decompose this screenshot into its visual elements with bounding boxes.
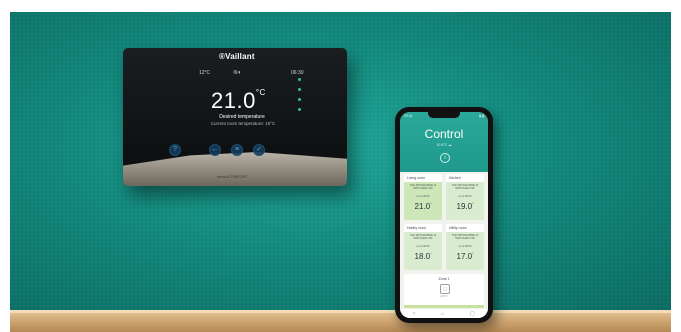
info-icon[interactable]: i xyxy=(440,153,450,163)
current-temperature-label: Current room temperature: 19°C xyxy=(210,121,276,126)
desired-temperature-label: Desired temperature xyxy=(219,114,265,120)
app-tab-bar: ≈ ⌂ ◯ xyxy=(400,309,488,318)
status-time: 09:41 xyxy=(404,114,413,118)
room-card-living-room[interactable]: Living room THE PROGRAMME IS SWITCHED OF… xyxy=(404,174,442,220)
heating-mode-icon: ≋◐ xyxy=(233,70,242,76)
app-title: Control xyxy=(424,127,464,141)
wifi-icon[interactable]: ≈ xyxy=(413,311,416,317)
confirm-button[interactable]: ✓ xyxy=(253,144,265,156)
model-label: sensoCOMFORT xyxy=(217,174,248,179)
thermostat-temperature: 21.0°C xyxy=(211,88,266,113)
brand-logo: ®Vaillant xyxy=(219,52,255,61)
room-grid: Living room THE PROGRAMME IS SWITCHED OF… xyxy=(404,174,484,270)
thermostat-time: 06:30 xyxy=(291,70,304,76)
smartphone: 09:41 ▮ ▮ Control 10.5°C ☁ i Living room… xyxy=(395,107,493,323)
settings-icon[interactable]: ◯ xyxy=(470,311,476,317)
back-button[interactable]: ← xyxy=(209,144,221,156)
app-weather: 10.5°C ☁ xyxy=(436,143,452,147)
menu-button[interactable]: ≡ xyxy=(231,144,243,156)
status-icons: ▮ ▮ xyxy=(479,114,484,118)
room-card-kitchen[interactable]: Kitchen THE PROGRAMME IS SWITCHED OFF up… xyxy=(446,174,484,220)
help-button[interactable]: ? xyxy=(169,144,181,156)
auto-mode-icon: ◯ xyxy=(440,284,450,294)
home-icon[interactable]: ⌂ xyxy=(441,311,444,317)
room-card-hobby-room[interactable]: Hobby room THE PROGRAMME IS SWITCHED OFF… xyxy=(404,224,442,270)
level-indicator xyxy=(298,78,301,118)
app-header: 09:41 ▮ ▮ Control 10.5°C ☁ i xyxy=(400,112,488,172)
zone-card[interactable]: Zone 1 ◯ AUTO xyxy=(404,274,484,308)
outdoor-temperature: 12°C xyxy=(199,70,211,76)
room-card-utility-room[interactable]: Utility room THE PROGRAMME IS SWITCHED O… xyxy=(446,224,484,270)
wall-thermostat: ®Vaillant 12°C ≋◐ 06:30 21.0°C Desired t… xyxy=(123,48,347,186)
phone-screen: 09:41 ▮ ▮ Control 10.5°C ☁ i Living room… xyxy=(400,112,488,318)
thermostat-silver-base xyxy=(123,152,347,186)
wooden-shelf xyxy=(10,310,671,332)
product-photo: ®Vaillant 12°C ≋◐ 06:30 21.0°C Desired t… xyxy=(0,0,681,332)
